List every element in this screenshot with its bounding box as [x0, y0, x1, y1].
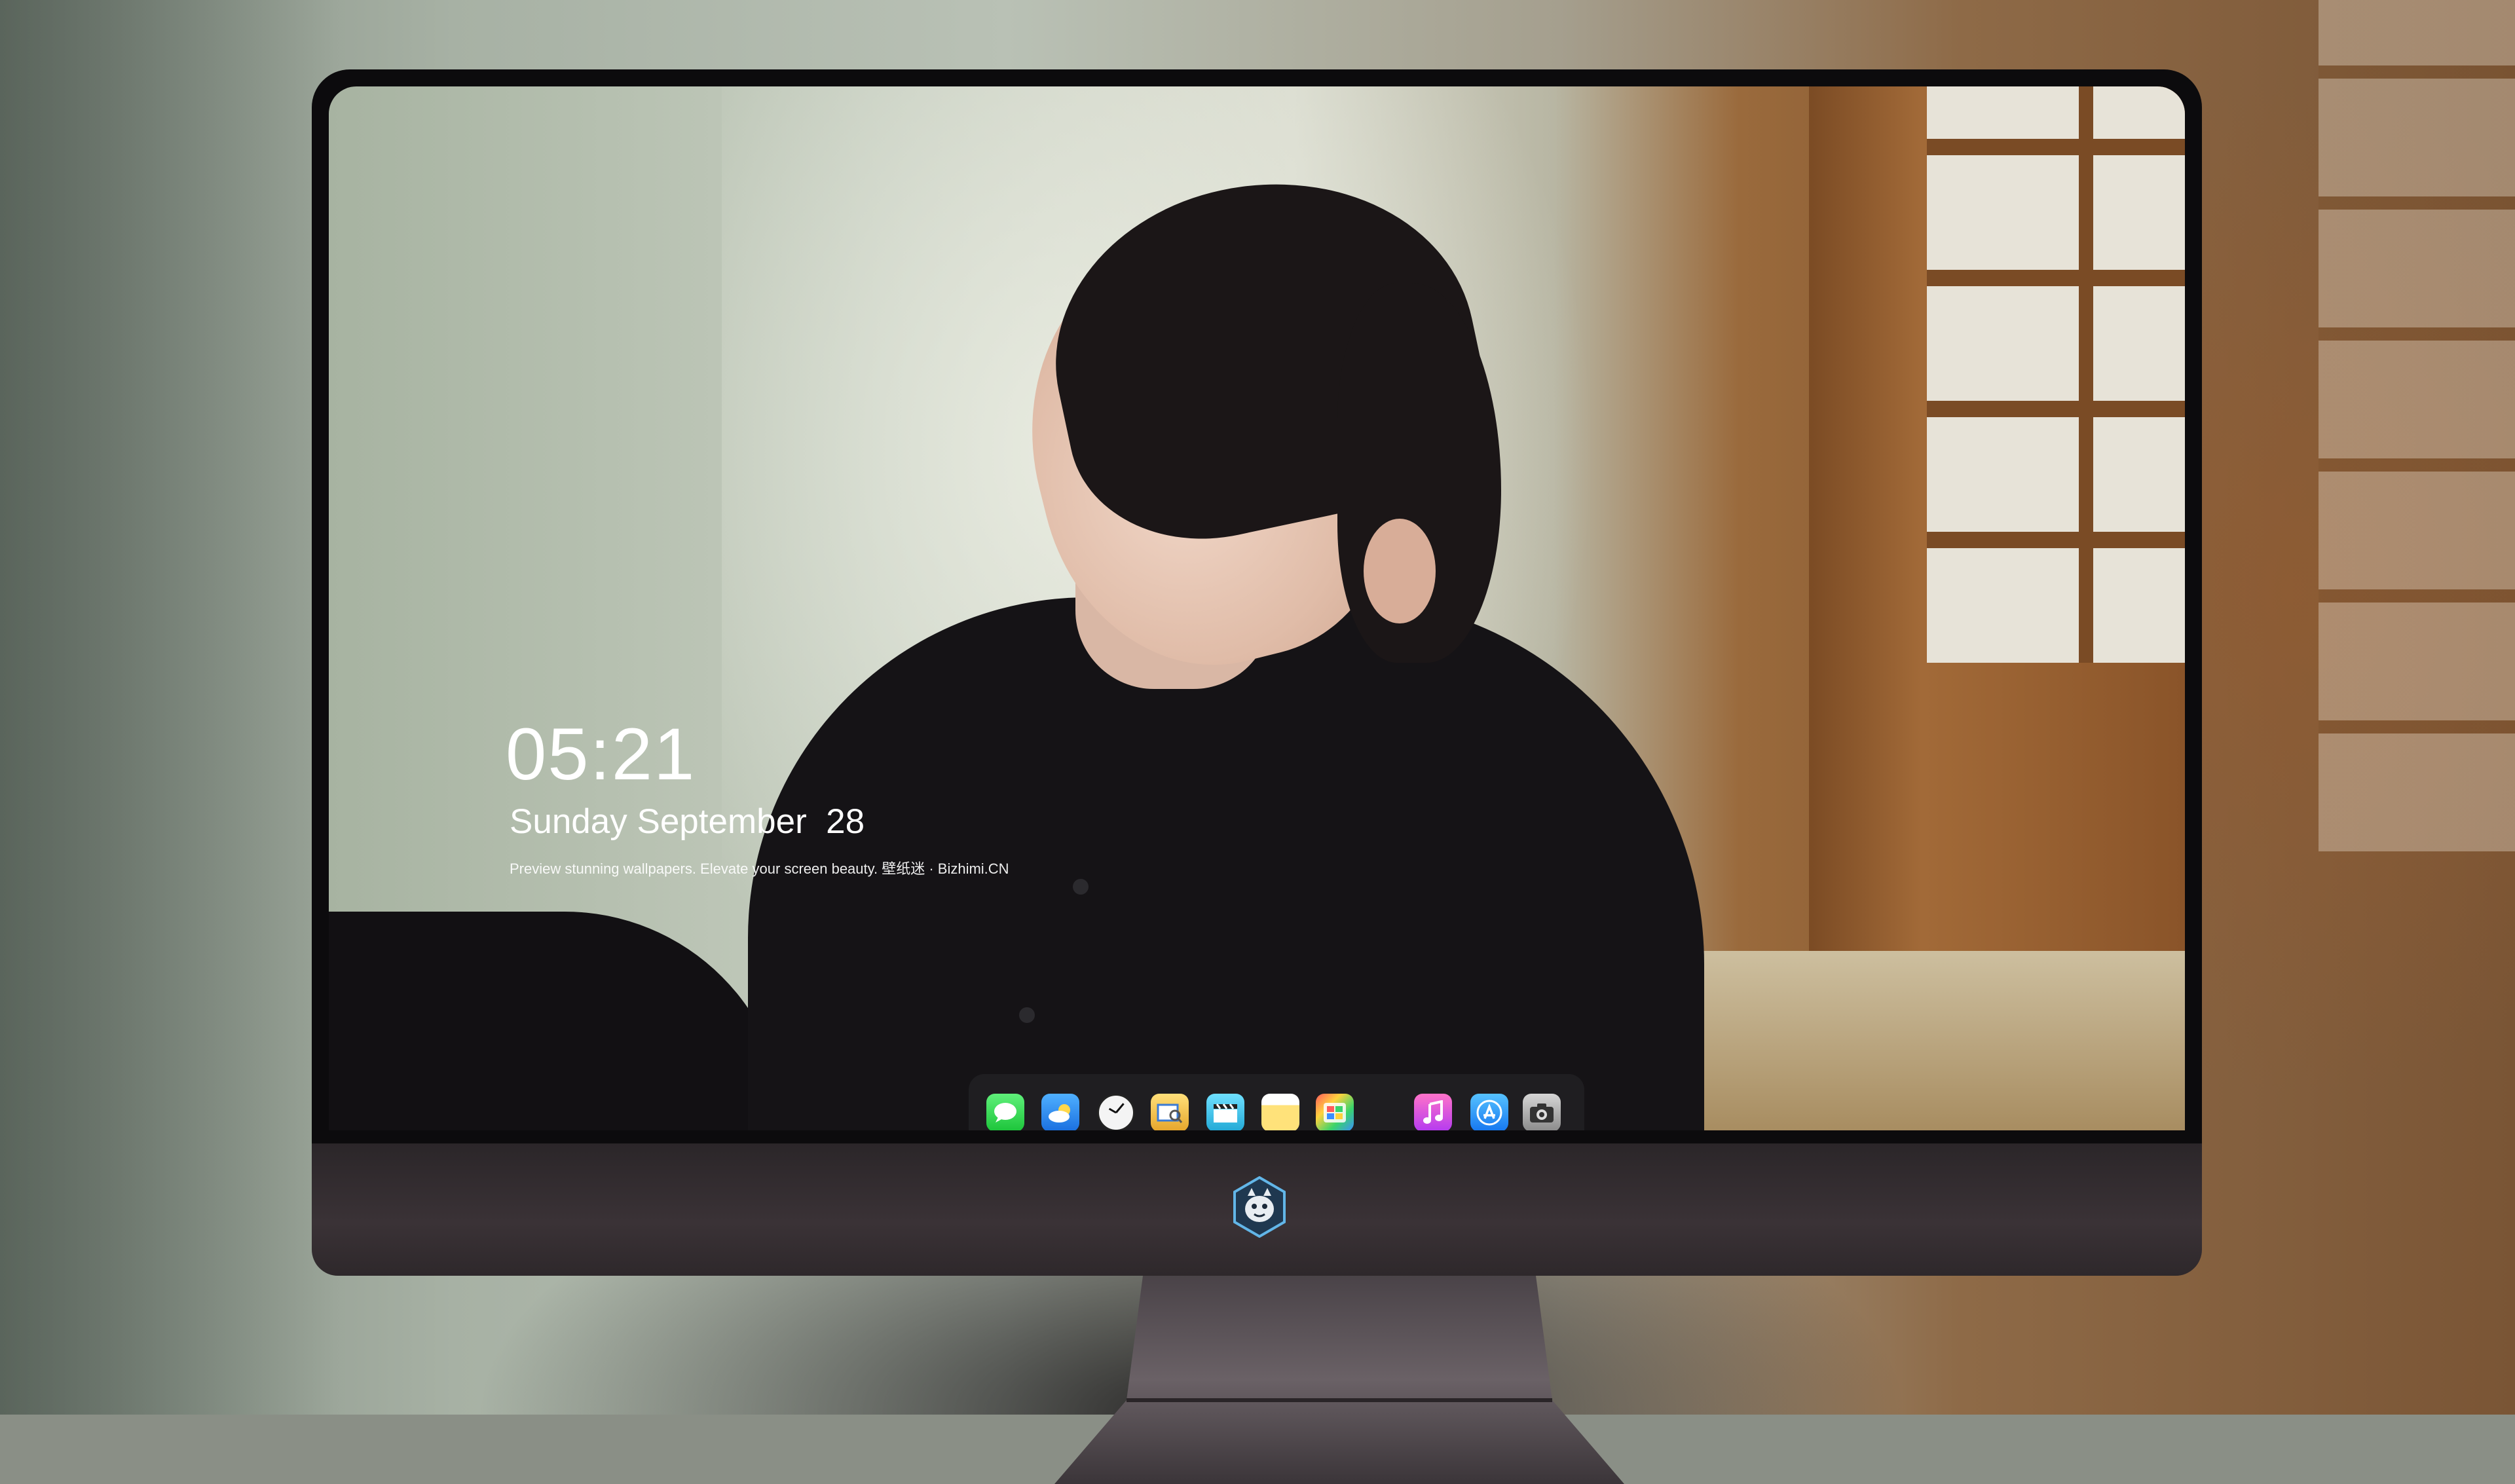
wallpaper-person-ear: [1364, 519, 1436, 623]
monitor: 05:21 Sunday September 28 Preview stunni…: [312, 69, 2202, 1484]
wallpaper-person-arm: [329, 912, 787, 1130]
clapperboard-icon[interactable]: [1206, 1094, 1244, 1130]
photos-icon[interactable]: [1316, 1094, 1354, 1130]
dock: [969, 1074, 1584, 1130]
clock-time: 05:21: [506, 713, 696, 795]
wallpaper-shirt-button: [1019, 1007, 1035, 1023]
notes-icon[interactable]: [1261, 1094, 1299, 1130]
desktop-screen: 05:21 Sunday September 28 Preview stunni…: [329, 86, 2185, 1130]
monitor-stand: [1054, 1276, 1624, 1484]
cloud-icon[interactable]: [1041, 1094, 1079, 1130]
preview-icon[interactable]: [1151, 1094, 1189, 1130]
message-bubble-icon[interactable]: [986, 1094, 1024, 1130]
camera-icon[interactable]: [1523, 1094, 1561, 1130]
wallpaper-tagline: Preview stunning wallpapers. Elevate you…: [510, 861, 1009, 877]
music-note-icon[interactable]: [1414, 1094, 1452, 1130]
clock-date: Sunday September 28: [510, 802, 865, 841]
bizhimi-mascot-logo: [1233, 1176, 1286, 1238]
lockscreen-clock: 05:21 Sunday September 28 Preview stunni…: [506, 715, 1009, 879]
monitor-bezel: 05:21 Sunday September 28 Preview stunni…: [312, 69, 2202, 1143]
background-window: [2319, 0, 2515, 851]
background-shadow: [0, 0, 341, 1415]
wallpaper-door-mullion: [2079, 86, 2093, 663]
app-store-icon[interactable]: [1470, 1094, 1508, 1130]
wallpaper-shirt-button: [1073, 879, 1089, 895]
wallpaper-shoji-panel: [1927, 86, 2185, 663]
clock-icon[interactable]: [1097, 1094, 1135, 1130]
monitor-chin: [312, 1143, 2202, 1276]
